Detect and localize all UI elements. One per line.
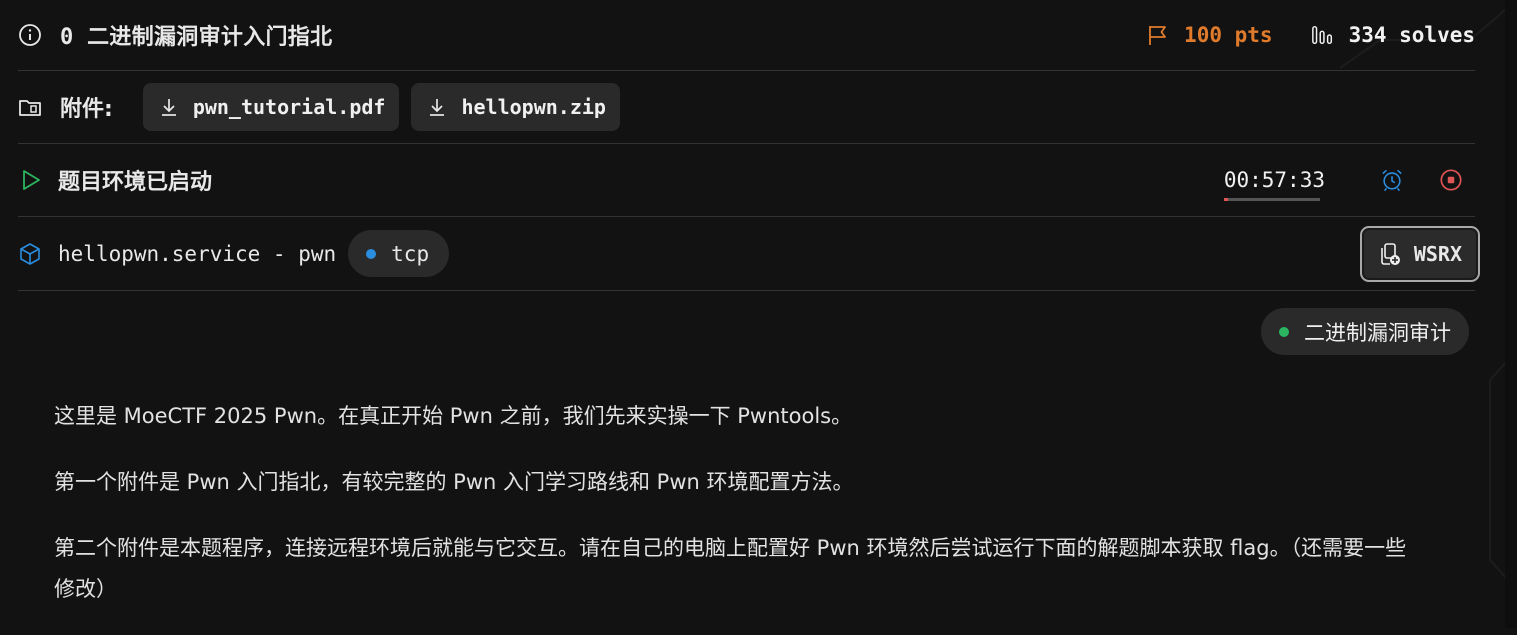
attachments-row: 附件: pwn_tutorial.pdf hellopwn.zip (18, 71, 1475, 144)
protocol-label: tcp (391, 241, 430, 266)
info-icon (18, 23, 42, 47)
solves-value: 334 solves (1348, 23, 1475, 47)
timer-progress-fill (1223, 198, 1228, 201)
challenge-header: 0 二进制漏洞审计入门指北 100 pts 334 solves (18, 0, 1475, 71)
timer-value: 00:57:33 (1223, 168, 1325, 192)
points-value: 100 pts (1184, 23, 1273, 47)
service-row: hellopwn.service - pwn tcp WSRX (18, 217, 1480, 291)
category-tag: 二进制漏洞审计 (1261, 308, 1469, 355)
description-paragraph: 第一个附件是 Pwn 入门指北，有较完整的 Pwn 入门学习路线和 Pwn 环境… (54, 470, 854, 494)
timer: 00:57:33 (1223, 168, 1325, 201)
attachment-pwn-tutorial[interactable]: pwn_tutorial.pdf (142, 83, 400, 131)
challenge-index: 0 (60, 25, 74, 50)
description-paragraph: 这里是 MoeCTF 2025 Pwn。在真正开始 Pwn 之前，我们先来实操一… (54, 404, 853, 428)
challenge-description: 这里是 MoeCTF 2025 Pwn。在真正开始 Pwn 之前，我们先来实操一… (54, 396, 1414, 635)
protocol-dot (366, 248, 377, 259)
challenge-title: 0 二进制漏洞审计入门指北 (60, 19, 332, 51)
download-icon (425, 95, 449, 119)
attachments-label: 附件: (60, 97, 113, 122)
challenge-panel: 0 二进制漏洞审计入门指北 100 pts 334 solves 附件: pwn… (18, 0, 1480, 291)
service-name: hellopwn.service - pwn (58, 241, 337, 266)
challenge-name: 二进制漏洞审计入门指北 (87, 25, 333, 50)
download-icon (157, 95, 181, 119)
timer-progress (1223, 198, 1320, 201)
protocol-badge: tcp (348, 230, 450, 277)
bars-icon (1311, 23, 1335, 47)
alarm-clock-icon[interactable] (1380, 168, 1404, 192)
wsrx-button[interactable]: WSRX (1359, 225, 1480, 282)
description-paragraph: 第二个附件是本题程序，连接远程环境后就能与它交互。请在自己的电脑上配置好 Pwn… (54, 536, 1407, 601)
environment-status: 题目环境已启动 (58, 170, 213, 195)
attachment-hellopwn[interactable]: hellopwn.zip (411, 83, 620, 131)
wsrx-label: WSRX (1413, 241, 1462, 266)
category-dot (1279, 326, 1289, 337)
attachment-filename: pwn_tutorial.pdf (192, 95, 386, 119)
play-icon (18, 168, 42, 192)
stop-icon[interactable] (1439, 168, 1463, 192)
cube-icon (18, 242, 42, 266)
attachment-filename: hellopwn.zip (461, 95, 606, 119)
copy-add-icon (1378, 242, 1402, 266)
points-display: 100 pts (1146, 23, 1273, 47)
solves-display: 334 solves (1311, 23, 1475, 47)
category-tag-container: 二进制漏洞审计 (1261, 308, 1469, 355)
folder-icon (18, 95, 42, 119)
category-label: 二进制漏洞审计 (1304, 320, 1451, 345)
environment-row: 题目环境已启动 00:57:33 (18, 144, 1475, 217)
flag-icon (1146, 23, 1170, 47)
